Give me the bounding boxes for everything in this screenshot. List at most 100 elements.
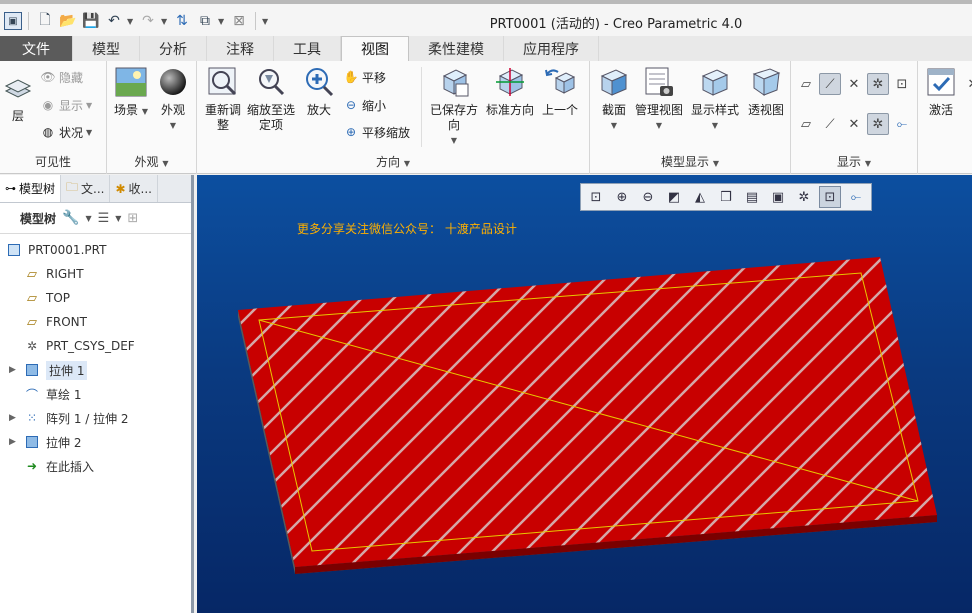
tree-node[interactable]: ▱ RIGHT [0,262,191,286]
scene-icon [114,65,148,99]
tree-node-label: 在此插入 [46,459,95,474]
tree-filter-icon[interactable]: ⊞ [127,211,138,226]
section-label: 截面 [601,103,626,117]
standard-orientation-button[interactable]: 标准方向 [484,65,536,118]
pan-button[interactable]: ✋ 平移 [343,67,387,87]
tree-node[interactable]: ▱ FRONT [0,310,191,334]
saved-orientations-dropdown-icon: ▼ [450,136,458,145]
expand-arrow-icon[interactable]: ▶ [9,413,16,423]
perspective-button[interactable]: 透视图 [744,65,788,118]
folder-icon: 🗀 [66,180,79,194]
appearance-ball-icon [156,65,190,99]
tab-model-tree[interactable]: ⊶ 模型树 [0,175,62,202]
hatch-line [238,257,256,567]
tab-favorites[interactable]: ✱ 收... [110,175,158,202]
section-icon [597,65,631,99]
pan-zoom-label: 平移缩放 [362,125,411,140]
display-style-label: 显示样式 [690,103,739,117]
datum-plane-icon: ▱ [27,290,37,306]
status-button[interactable]: ◍ 状况 ▼ [40,122,92,142]
tree-node[interactable]: ▶ 拉伸 2 [0,430,191,454]
title-bar: ▣ 🗋 📂 💾 ↶ ▼ ↷ ▼ ⇅ ⧉ ▼ ⊠ ▼ PRT0001 (活动的) … [0,0,972,36]
tree-node[interactable]: ✲ PRT_CSYS_DEF [0,334,191,358]
refit-button[interactable]: 重新调整 [201,65,245,133]
appearance-button[interactable]: 外观 ▼ [155,65,191,133]
model-tree-toolbar: 模型树 🔧 ▼ ☰ ▼ ⊞ [0,203,191,234]
expand-arrow-icon[interactable]: ▶ [9,437,16,447]
tree-node-label: RIGHT [46,267,84,281]
csys-icon: ✲ [26,339,38,353]
previous-button[interactable]: 上一个 [540,65,580,118]
tab-file[interactable]: 文件 [0,36,73,61]
show-dropdown-icon: ▼ [86,100,93,110]
tab-favorites-label: 收... [128,182,152,196]
pan-zoom-icon: ⊕ [345,125,357,139]
graphics-window[interactable]: ⊡ ⊕ ⊖ ◩ ◭ ❒ ▤ ▣ ✲ ⊡ ⟜ 更多分享关注微信公众号： 十渡产品设… [197,175,972,613]
show-button[interactable]: ◉ 显示 ▼ [40,95,92,115]
datum-plane-icon: ▱ [27,314,37,330]
point-tag-display-icon[interactable]: ✕ [843,113,865,135]
group-label-visibility: 可见性 [34,155,71,169]
manage-views-dropdown-icon: ▼ [655,121,663,130]
manage-views-button[interactable]: 管理视图 ▼ [634,65,684,133]
tab-model[interactable]: 模型 [73,36,140,61]
annotation-display-icon[interactable]: ⊡ [891,73,913,95]
tab-analysis[interactable]: 分析 [140,36,207,61]
tab-tools[interactable]: 工具 [274,36,341,61]
navigator-panel: ⊶ 模型树 🗀 文... ✱ 收... 模型树 🔧 ▼ ☰ ▼ ⊞ PRT000… [0,175,194,613]
tree-node[interactable]: ▶ 拉伸 1 [0,358,191,382]
group-label-model-display: 模型显示 ▼ [661,155,719,169]
pan-zoom-button[interactable]: ⊕ 平移缩放 [343,122,410,142]
favorites-icon: ✱ [115,181,126,196]
activate-icon [924,65,958,99]
axis-display-icon[interactable]: ⟋ [819,73,841,95]
point-display-icon[interactable]: ✕ [843,73,865,95]
csys-tag-display-icon[interactable]: ✲ [867,113,889,135]
display-style-button[interactable]: 显示样式 ▼ [690,65,740,133]
tree-node[interactable]: ▱ TOP [0,286,191,310]
tab-flexible-modeling[interactable]: 柔性建模 [409,36,504,61]
spin-center-icon[interactable]: ⟜ [891,113,913,135]
tab-annotate[interactable]: 注释 [207,36,274,61]
zoom-out-button[interactable]: ⊖ 缩小 [343,95,386,115]
tree-columns-dropdown-icon[interactable]: ▼ [115,214,121,223]
pan-hand-icon: ✋ [343,70,359,84]
part-model[interactable] [197,175,972,613]
settings-dropdown-icon[interactable]: ▼ [85,214,91,223]
extrude-icon [24,362,40,378]
model-tree-icon: ⊶ [5,182,16,195]
axis-tag-display-icon[interactable]: ⟋ [819,113,841,135]
expand-arrow-icon[interactable]: ▶ [9,365,16,375]
previous-label: 上一个 [541,103,578,117]
perspective-label: 透视图 [747,103,784,117]
perspective-icon [749,65,783,99]
zoom-in-button[interactable]: 放大 [301,65,337,118]
standard-orientation-label: 标准方向 [485,103,534,117]
tree-node[interactable]: ⌒ 草绘 1 [0,382,191,406]
tree-node[interactable]: ➜ 在此插入 [0,454,191,478]
plane-display-icon[interactable]: ▱ [795,73,817,95]
saved-orientations-label: 已保存方向 [429,103,478,132]
layer-button[interactable]: 层 [2,71,34,124]
previous-icon [543,65,577,99]
section-button[interactable]: 截面 ▼ [594,65,634,133]
tab-folder-browser[interactable]: 🗀 文... [61,175,111,202]
tab-view[interactable]: 视图 [341,36,409,61]
csys-display-icon[interactable]: ✲ [867,73,889,95]
close-icon[interactable]: ✕ [962,73,972,95]
saved-orientations-button[interactable]: 已保存方向 ▼ [429,65,479,148]
plane-tag-display-icon[interactable]: ▱ [795,113,817,135]
settings-tool-icon[interactable]: 🔧 [62,210,79,226]
tree-columns-icon[interactable]: ☰ [98,211,110,226]
zoom-to-selected-button[interactable]: 缩放至选定项 [245,65,297,133]
hatch-line [949,245,972,575]
hide-button[interactable]: 👁 隐藏 [40,67,83,87]
insert-here-icon: ➜ [26,459,38,473]
activate-button[interactable]: 激活 [924,65,958,118]
scene-button[interactable]: 场景 ▼ [113,65,149,119]
tree-node[interactable]: PRT0001.PRT [0,238,191,262]
display-style-dropdown-icon: ▼ [711,121,719,130]
tab-applications[interactable]: 应用程序 [504,36,599,61]
tree-node[interactable]: ▶ ⁙ 阵列 1 / 拉伸 2 [0,406,191,430]
ribbon-tabs: 文件 模型 分析 注释 工具 视图 柔性建模 应用程序 [0,36,972,61]
